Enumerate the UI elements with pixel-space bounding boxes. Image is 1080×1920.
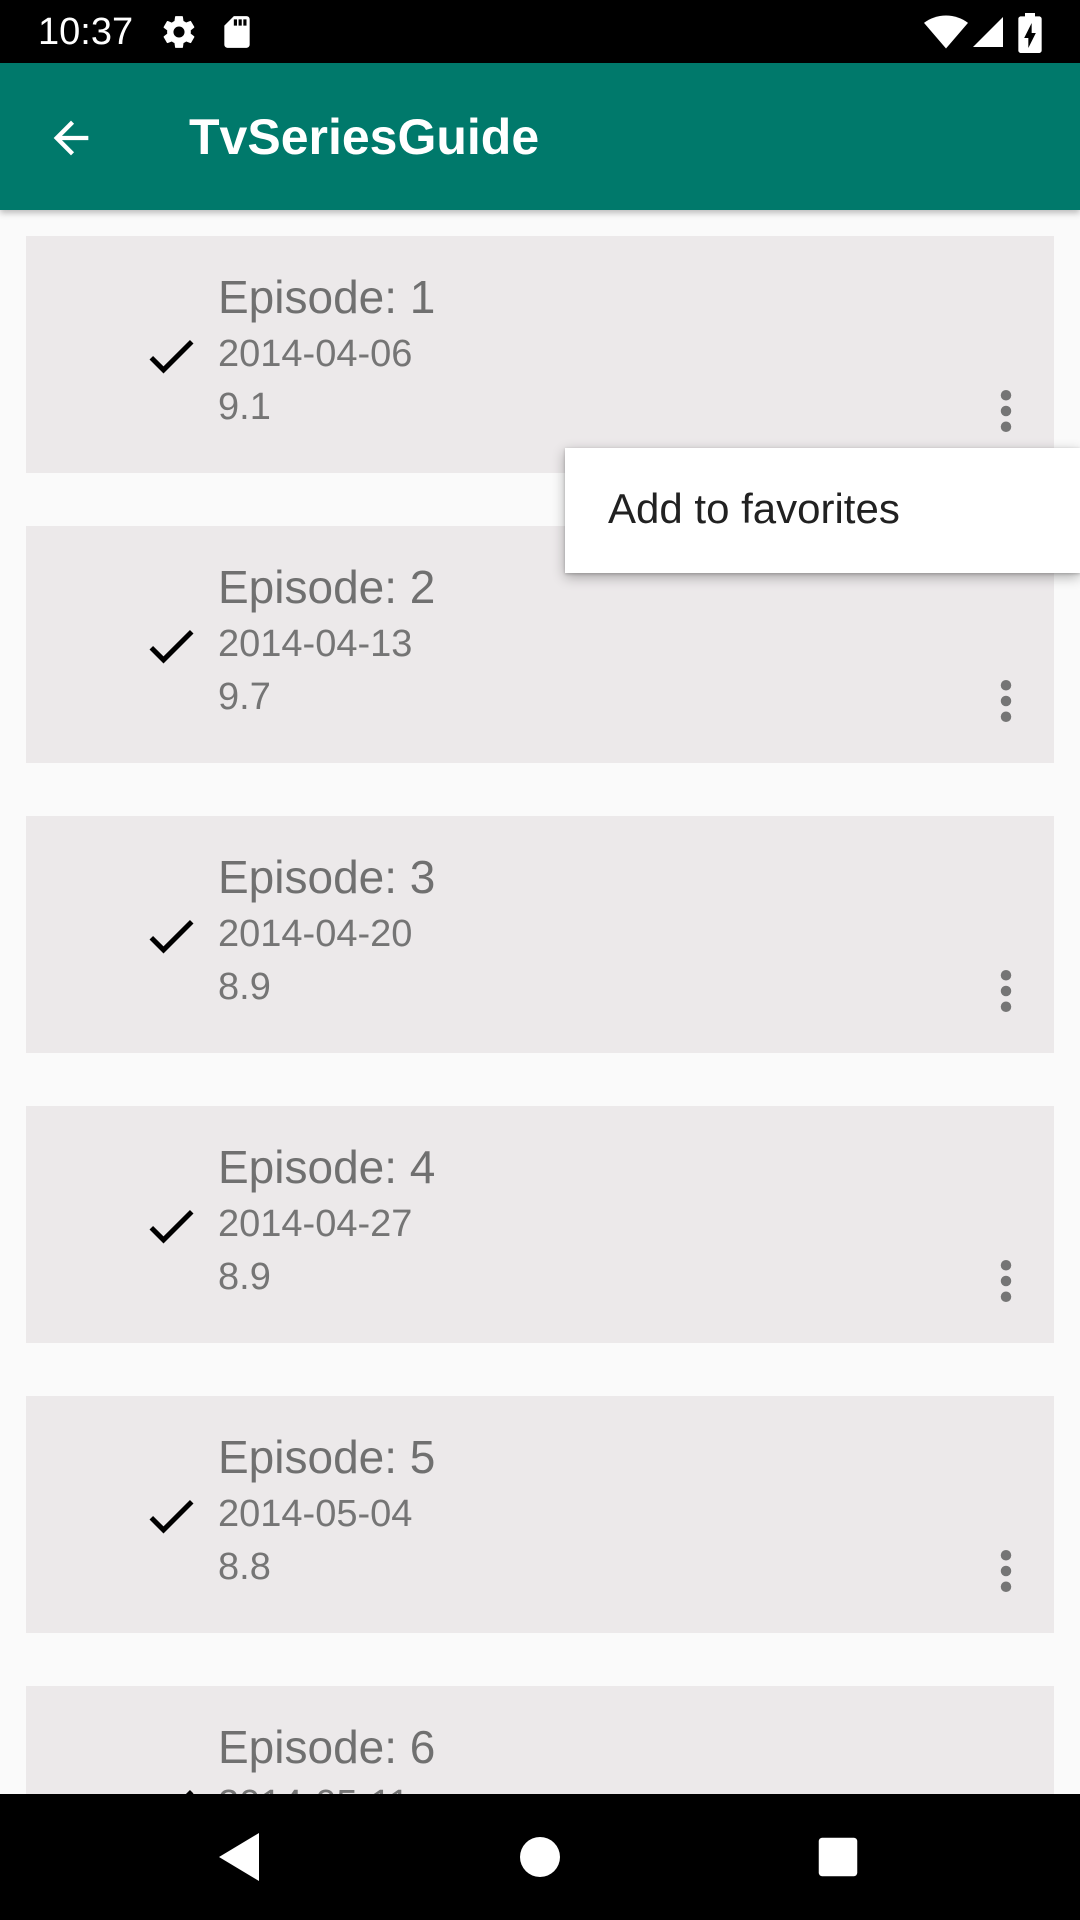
add-to-favorites-menu-item[interactable]: Add to favorites xyxy=(608,484,900,534)
episode-card[interactable]: Episode: 3 2014-04-20 8.9 xyxy=(26,816,1054,1053)
episode-rating: 8.8 xyxy=(218,1546,271,1588)
more-vert-icon xyxy=(1000,1550,1012,1592)
nav-recents-button[interactable] xyxy=(803,1822,873,1892)
episode-date: 2014-04-27 xyxy=(218,1203,413,1245)
more-options-button[interactable] xyxy=(986,671,1026,731)
more-options-button[interactable] xyxy=(986,381,1026,441)
check-icon[interactable] xyxy=(134,1486,208,1546)
episode-card[interactable]: Episode: 5 2014-05-04 8.8 xyxy=(26,1396,1054,1633)
check-icon[interactable] xyxy=(134,906,208,966)
more-vert-icon xyxy=(1000,680,1012,722)
episode-card[interactable]: Episode: 1 2014-04-06 9.1 xyxy=(26,236,1054,473)
more-options-button[interactable] xyxy=(986,1541,1026,1601)
navigation-bar xyxy=(0,1794,1080,1920)
battery-charging-icon xyxy=(1018,13,1046,53)
episode-date: 2014-04-06 xyxy=(218,333,413,375)
episode-title: Episode: 1 xyxy=(218,271,436,323)
episode-card[interactable]: Episode: 6 2014-05-11 xyxy=(26,1686,1054,1794)
nav-home-button[interactable] xyxy=(505,1822,575,1892)
episode-date: 2014-04-13 xyxy=(218,623,413,665)
more-options-button[interactable] xyxy=(986,1251,1026,1311)
episode-title: Episode: 3 xyxy=(218,851,436,903)
status-time: 10:37 xyxy=(38,11,134,53)
check-icon[interactable] xyxy=(134,1196,208,1256)
popup-menu: Add to favorites xyxy=(565,448,1080,573)
arrow-back-icon xyxy=(53,120,89,156)
episode-rating: 8.9 xyxy=(218,1256,271,1298)
sd-card-icon xyxy=(218,13,256,51)
recents-square-icon xyxy=(818,1837,858,1877)
more-vert-icon xyxy=(1000,1260,1012,1302)
back-button[interactable] xyxy=(36,103,106,173)
episode-title: Episode: 4 xyxy=(218,1141,436,1193)
more-options-button[interactable] xyxy=(986,961,1026,1021)
check-icon[interactable] xyxy=(134,616,208,676)
episode-date: 2014-04-20 xyxy=(218,913,413,955)
episode-card[interactable]: Episode: 4 2014-04-27 8.9 xyxy=(26,1106,1054,1343)
app-title: TvSeriesGuide xyxy=(189,109,540,165)
status-bar: 10:37 xyxy=(0,0,1080,63)
gear-icon xyxy=(160,13,198,51)
episode-date: 2014-05-11 xyxy=(218,1782,410,1794)
episode-title: Episode: 6 xyxy=(218,1721,436,1773)
signal-icon xyxy=(970,13,1008,51)
wifi-icon xyxy=(924,13,968,51)
episode-rating: 9.1 xyxy=(218,386,271,428)
episode-title: Episode: 5 xyxy=(218,1431,436,1483)
episode-rating: 9.7 xyxy=(218,676,271,718)
back-triangle-icon xyxy=(219,1833,259,1881)
more-vert-icon xyxy=(1000,390,1012,432)
home-circle-icon xyxy=(520,1837,560,1877)
episode-rating: 8.9 xyxy=(218,966,271,1008)
more-vert-icon xyxy=(1000,970,1012,1012)
episode-date: 2014-05-04 xyxy=(218,1493,413,1535)
app-bar: TvSeriesGuide xyxy=(0,63,1080,210)
check-icon[interactable] xyxy=(134,326,208,386)
episode-title: Episode: 2 xyxy=(218,561,436,613)
nav-back-button[interactable] xyxy=(204,1822,274,1892)
check-icon[interactable] xyxy=(134,1776,208,1794)
